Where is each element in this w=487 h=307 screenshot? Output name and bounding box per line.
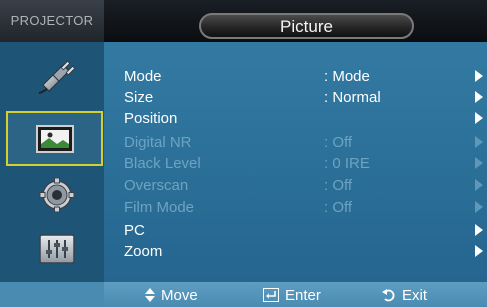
menu-item-value: : Off bbox=[324, 134, 353, 151]
menu-panel: Mode : Mode Size : Normal Position Digit… bbox=[104, 42, 487, 282]
menu-item-label: Position bbox=[124, 110, 178, 127]
menu-item-value: : Off bbox=[324, 177, 353, 194]
sidebar-item-setup[interactable] bbox=[12, 170, 102, 220]
menu-item-size[interactable]: Size : Normal bbox=[104, 87, 487, 108]
menu-item-value: : Mode bbox=[324, 68, 370, 85]
menu-item-pc[interactable]: PC bbox=[104, 220, 487, 241]
chevron-right-icon bbox=[475, 136, 483, 148]
footer-exit-label: Exit bbox=[402, 286, 428, 304]
sidebar-item-picture[interactable] bbox=[6, 111, 103, 166]
menu-item-zoom[interactable]: Zoom bbox=[104, 241, 487, 262]
chevron-right-icon bbox=[475, 245, 483, 257]
footer-exit-hint: Exit bbox=[382, 285, 427, 305]
menu-item-value: : Off bbox=[324, 199, 353, 216]
up-down-arrow-icon bbox=[145, 288, 155, 302]
menu-item-value: : 0 IRE bbox=[324, 155, 370, 172]
gear-icon bbox=[39, 177, 75, 213]
menu-item-label: Black Level bbox=[124, 155, 201, 172]
picture-icon bbox=[35, 123, 75, 155]
menu-item-label: Overscan bbox=[124, 177, 189, 194]
footer-enter-hint: Enter bbox=[263, 285, 321, 305]
chevron-right-icon bbox=[475, 179, 483, 191]
top-bar: PROJECTOR Picture bbox=[0, 0, 487, 42]
sidebar-item-audio[interactable] bbox=[12, 224, 102, 274]
return-arrow-icon bbox=[382, 288, 396, 302]
menu-item-label: PC bbox=[124, 222, 145, 239]
menu-item-overscan: Overscan : Off bbox=[104, 175, 487, 196]
category-sidebar bbox=[0, 42, 104, 282]
footer-hint-bar: Move Enter Exit bbox=[0, 282, 487, 307]
menu-item-film-mode: Film Mode : Off bbox=[104, 197, 487, 218]
menu-item-label: Mode bbox=[124, 68, 162, 85]
chevron-right-icon bbox=[475, 157, 483, 169]
sidebar-item-input[interactable] bbox=[12, 52, 102, 102]
chevron-right-icon bbox=[475, 70, 483, 82]
footer-enter-label: Enter bbox=[285, 286, 321, 304]
menu-item-label: Digital NR bbox=[124, 134, 192, 151]
menu-item-value: : Normal bbox=[324, 89, 381, 106]
footer-move-label: Move bbox=[161, 286, 198, 304]
chevron-right-icon bbox=[475, 91, 483, 103]
brand-label: PROJECTOR bbox=[0, 0, 104, 42]
menu-item-digital-nr: Digital NR : Off bbox=[104, 132, 487, 153]
menu-item-position[interactable]: Position bbox=[104, 108, 487, 129]
menu-item-label: Size bbox=[124, 89, 154, 106]
enter-icon bbox=[263, 288, 279, 302]
menu-item-mode[interactable]: Mode : Mode bbox=[104, 66, 487, 87]
menu-item-black-level: Black Level : 0 IRE bbox=[104, 153, 487, 174]
chevron-right-icon bbox=[475, 201, 483, 213]
menu-title: Picture bbox=[199, 13, 414, 39]
chevron-right-icon bbox=[475, 224, 483, 236]
chevron-right-icon bbox=[475, 112, 483, 124]
menu-item-label: Film Mode bbox=[124, 199, 195, 216]
plug-icon bbox=[37, 59, 77, 95]
footer-move-hint: Move bbox=[145, 285, 198, 305]
menu-item-label: Zoom bbox=[124, 243, 163, 260]
equalizer-icon bbox=[37, 232, 77, 266]
